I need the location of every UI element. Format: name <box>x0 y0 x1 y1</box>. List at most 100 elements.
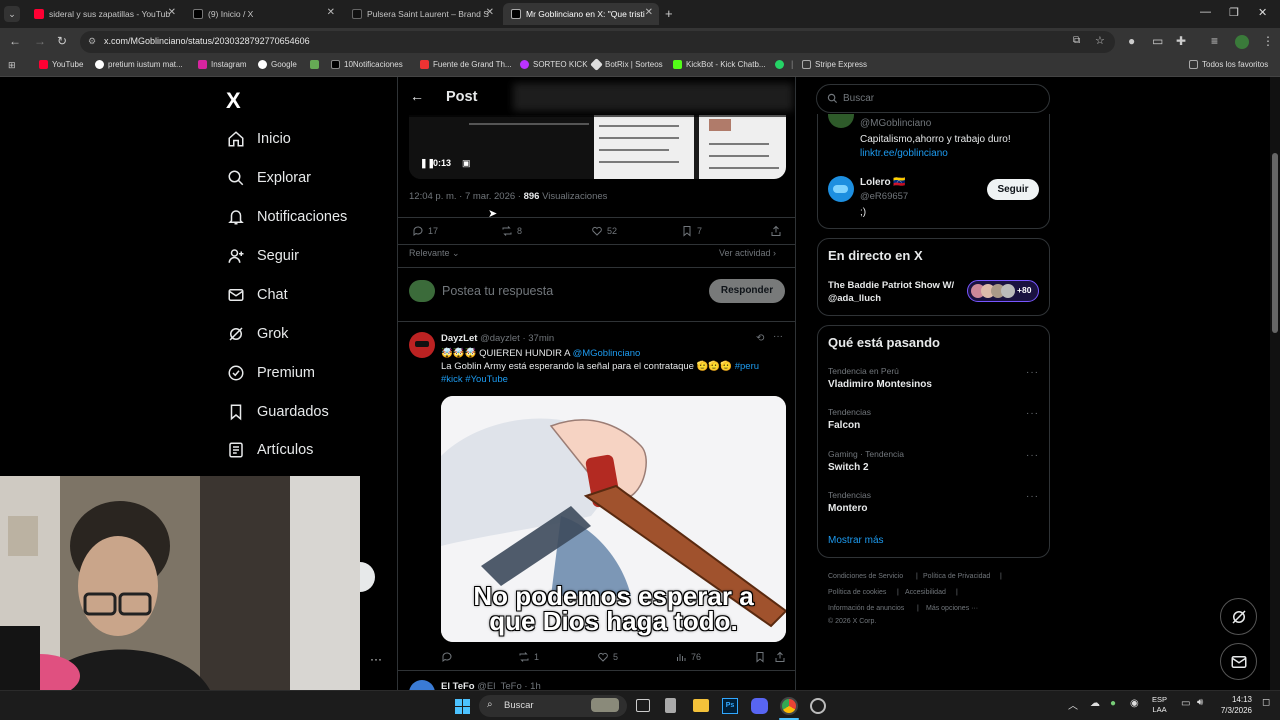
bookmark-button[interactable]: 7 <box>681 225 702 237</box>
page-scrollbar[interactable] <box>1270 77 1280 690</box>
bookmark-10notificaciones[interactable]: 10Notificaciones <box>331 60 403 69</box>
reply-views-button[interactable]: 76 <box>675 651 701 663</box>
live-avatars[interactable]: +80 <box>967 280 1039 302</box>
bookmark-pretium[interactable]: pretium iustum mat... <box>95 60 183 69</box>
nav-articles[interactable]: Artículos <box>227 441 313 459</box>
media-icon[interactable]: ≡ <box>1211 34 1218 48</box>
photoshop-icon[interactable]: Ps <box>722 698 738 714</box>
file-explorer-icon[interactable] <box>693 699 709 712</box>
profile-link[interactable]: linktr.ee/goblinciano <box>860 148 948 159</box>
browser-tab-x-home[interactable]: (9) Inicio / X ✕ <box>185 3 341 25</box>
tray-icon[interactable]: ☁ <box>1090 698 1100 709</box>
extensions-puzzle-icon[interactable]: ✚ <box>1176 34 1186 48</box>
scrollbar-thumb[interactable] <box>1272 153 1278 333</box>
profile-link-text[interactable]: linktr.ee/goblinciano <box>860 148 948 159</box>
extension-icon[interactable]: ▭ <box>1152 34 1163 48</box>
more-icon[interactable]: ··· <box>370 652 382 666</box>
more-options-icon[interactable]: ··· <box>1026 450 1039 461</box>
address-bar[interactable]: ⚙ x.com/MGoblinciano/status/203032879277… <box>80 31 1115 53</box>
bookmark-kickbot[interactable]: KickBot - Kick Chatb... <box>673 60 766 69</box>
back-arrow-icon[interactable]: ← <box>410 88 424 104</box>
bookmark-youtube[interactable]: YouTube <box>39 60 83 69</box>
user-avatar[interactable] <box>409 280 435 302</box>
reply-author-name[interactable]: DayzLet <box>441 333 477 344</box>
repost-button[interactable]: 8 <box>501 225 522 237</box>
apps-icon[interactable]: ⊞ <box>8 60 16 71</box>
bookmark-star-icon[interactable]: ☆ <box>1095 34 1105 47</box>
trend-name[interactable]: Montero <box>828 503 867 514</box>
obs-icon[interactable] <box>810 698 826 714</box>
all-bookmarks-button[interactable]: Todos los favoritos <box>1189 60 1268 69</box>
extension-icon[interactable]: ● <box>1128 34 1135 48</box>
browser-tab-youtube[interactable]: sideral y sus zapatillas - YouTub ✕ <box>26 3 182 25</box>
post-button-edge[interactable] <box>359 562 375 592</box>
reply2-author-name[interactable]: El TeFo <box>441 681 475 690</box>
reply-image[interactable]: No podemos esperar a que Dios haga todo. <box>441 396 786 642</box>
discord-icon[interactable] <box>751 698 768 714</box>
browser-tab-active-post[interactable]: Mr Goblinciano en X: "Que tristi ✕ <box>503 3 659 25</box>
search-input[interactable]: Buscar <box>816 84 1050 113</box>
more-options-icon[interactable]: ··· <box>1026 408 1039 419</box>
post-timestamp[interactable]: 12:04 p. m. · 7 mar. 2026 · <box>409 191 521 202</box>
forward-icon[interactable]: → <box>34 34 46 48</box>
show-more-link[interactable]: Mostrar más <box>828 535 884 546</box>
notifications-icon[interactable]: ◻ <box>1262 697 1270 708</box>
grok-analyze-icon[interactable]: ⟲ <box>756 333 764 344</box>
nav-grok[interactable]: Grok <box>227 325 288 343</box>
nav-explore[interactable]: Explorar <box>227 169 311 187</box>
reply-author-handle[interactable]: @dayzlet · 37min <box>480 333 554 344</box>
bookmark-sorteo-kick[interactable]: SORTEO KICK <box>520 60 588 69</box>
trend-name[interactable]: Switch 2 <box>828 462 869 473</box>
close-icon[interactable]: ✕ <box>486 7 494 18</box>
hashtag-link[interactable]: #YouTube <box>465 374 508 385</box>
footer-link[interactable]: Política de cookies <box>828 589 886 596</box>
reply-repost-button[interactable]: 1 <box>518 651 539 663</box>
video-player[interactable] <box>409 115 786 179</box>
nav-premium[interactable]: Premium <box>227 364 315 382</box>
reply-bookmark-button[interactable] <box>754 651 770 663</box>
site-info-icon[interactable]: ⚙ <box>88 36 96 47</box>
view-activity-link[interactable]: Ver actividad › <box>719 248 776 258</box>
trend-name[interactable]: Vladimiro Montesinos <box>828 379 932 390</box>
profile-avatar[interactable] <box>1235 35 1249 49</box>
nav-follow[interactable]: Seguir <box>227 247 299 265</box>
window-close-button[interactable]: ✕ <box>1258 6 1267 19</box>
sort-relevant-dropdown[interactable]: Relevante ⌄ <box>409 248 460 259</box>
minimize-button[interactable]: — <box>1200 6 1211 18</box>
footer-link[interactable]: Accesibilidad <box>905 589 946 596</box>
reply-author-avatar[interactable] <box>409 332 435 358</box>
messages-floating-button[interactable] <box>1220 643 1257 680</box>
windows-start-icon[interactable] <box>455 699 470 714</box>
trend-name[interactable]: Falcon <box>828 420 860 431</box>
suggest-handle[interactable]: @eR69657 <box>860 191 908 202</box>
reply-submit-button[interactable]: Responder <box>709 279 785 303</box>
nav-bookmarks[interactable]: Guardados <box>227 403 329 421</box>
close-icon[interactable]: ✕ <box>327 7 335 18</box>
tray-icon[interactable]: ● <box>1110 698 1116 709</box>
bookmark-stripe[interactable]: Stripe Express <box>802 60 867 69</box>
maximize-button[interactable]: ❐ <box>1229 6 1239 19</box>
more-options-icon[interactable]: ··· <box>1026 491 1039 502</box>
reply-like-button[interactable]: 5 <box>597 651 618 663</box>
reload-icon[interactable]: ↻ <box>57 34 67 48</box>
network-icon[interactable]: ▭ <box>1181 698 1190 709</box>
suggest-name[interactable]: Lolero 🇻🇪 <box>860 177 906 188</box>
tray-icon[interactable]: ◉ <box>1130 698 1139 709</box>
chevron-up-icon[interactable]: ︿ <box>1068 697 1078 712</box>
bookmark-grand-theft[interactable]: Fuente de Grand Th... <box>420 60 512 69</box>
taskbar-search[interactable]: ⌕ Buscar <box>479 695 627 717</box>
footer-link[interactable]: Información de anuncios <box>828 605 904 612</box>
browser-tab-pulsera[interactable]: Pulsera Saint Laurent – Brand S ✕ <box>344 3 500 25</box>
nav-home[interactable]: Inicio <box>227 130 291 148</box>
bookmark-botrix[interactable]: BotRix | Sorteos <box>590 58 663 71</box>
chrome-icon[interactable] <box>780 697 798 715</box>
extension-bookmark-icon[interactable] <box>310 60 319 69</box>
live-show-title[interactable]: The Baddie Patriot Show W/ @ada_lluch <box>828 279 963 305</box>
footer-link[interactable]: Más opciones ··· <box>926 605 978 612</box>
suggest-avatar[interactable] <box>828 176 854 202</box>
like-button[interactable]: 52 <box>591 225 617 237</box>
reply-button[interactable]: 17 <box>412 225 438 237</box>
reply-share-button[interactable] <box>774 651 790 663</box>
install-icon[interactable]: ⧉ <box>1073 35 1080 46</box>
follow-button[interactable]: Seguir <box>987 179 1039 200</box>
